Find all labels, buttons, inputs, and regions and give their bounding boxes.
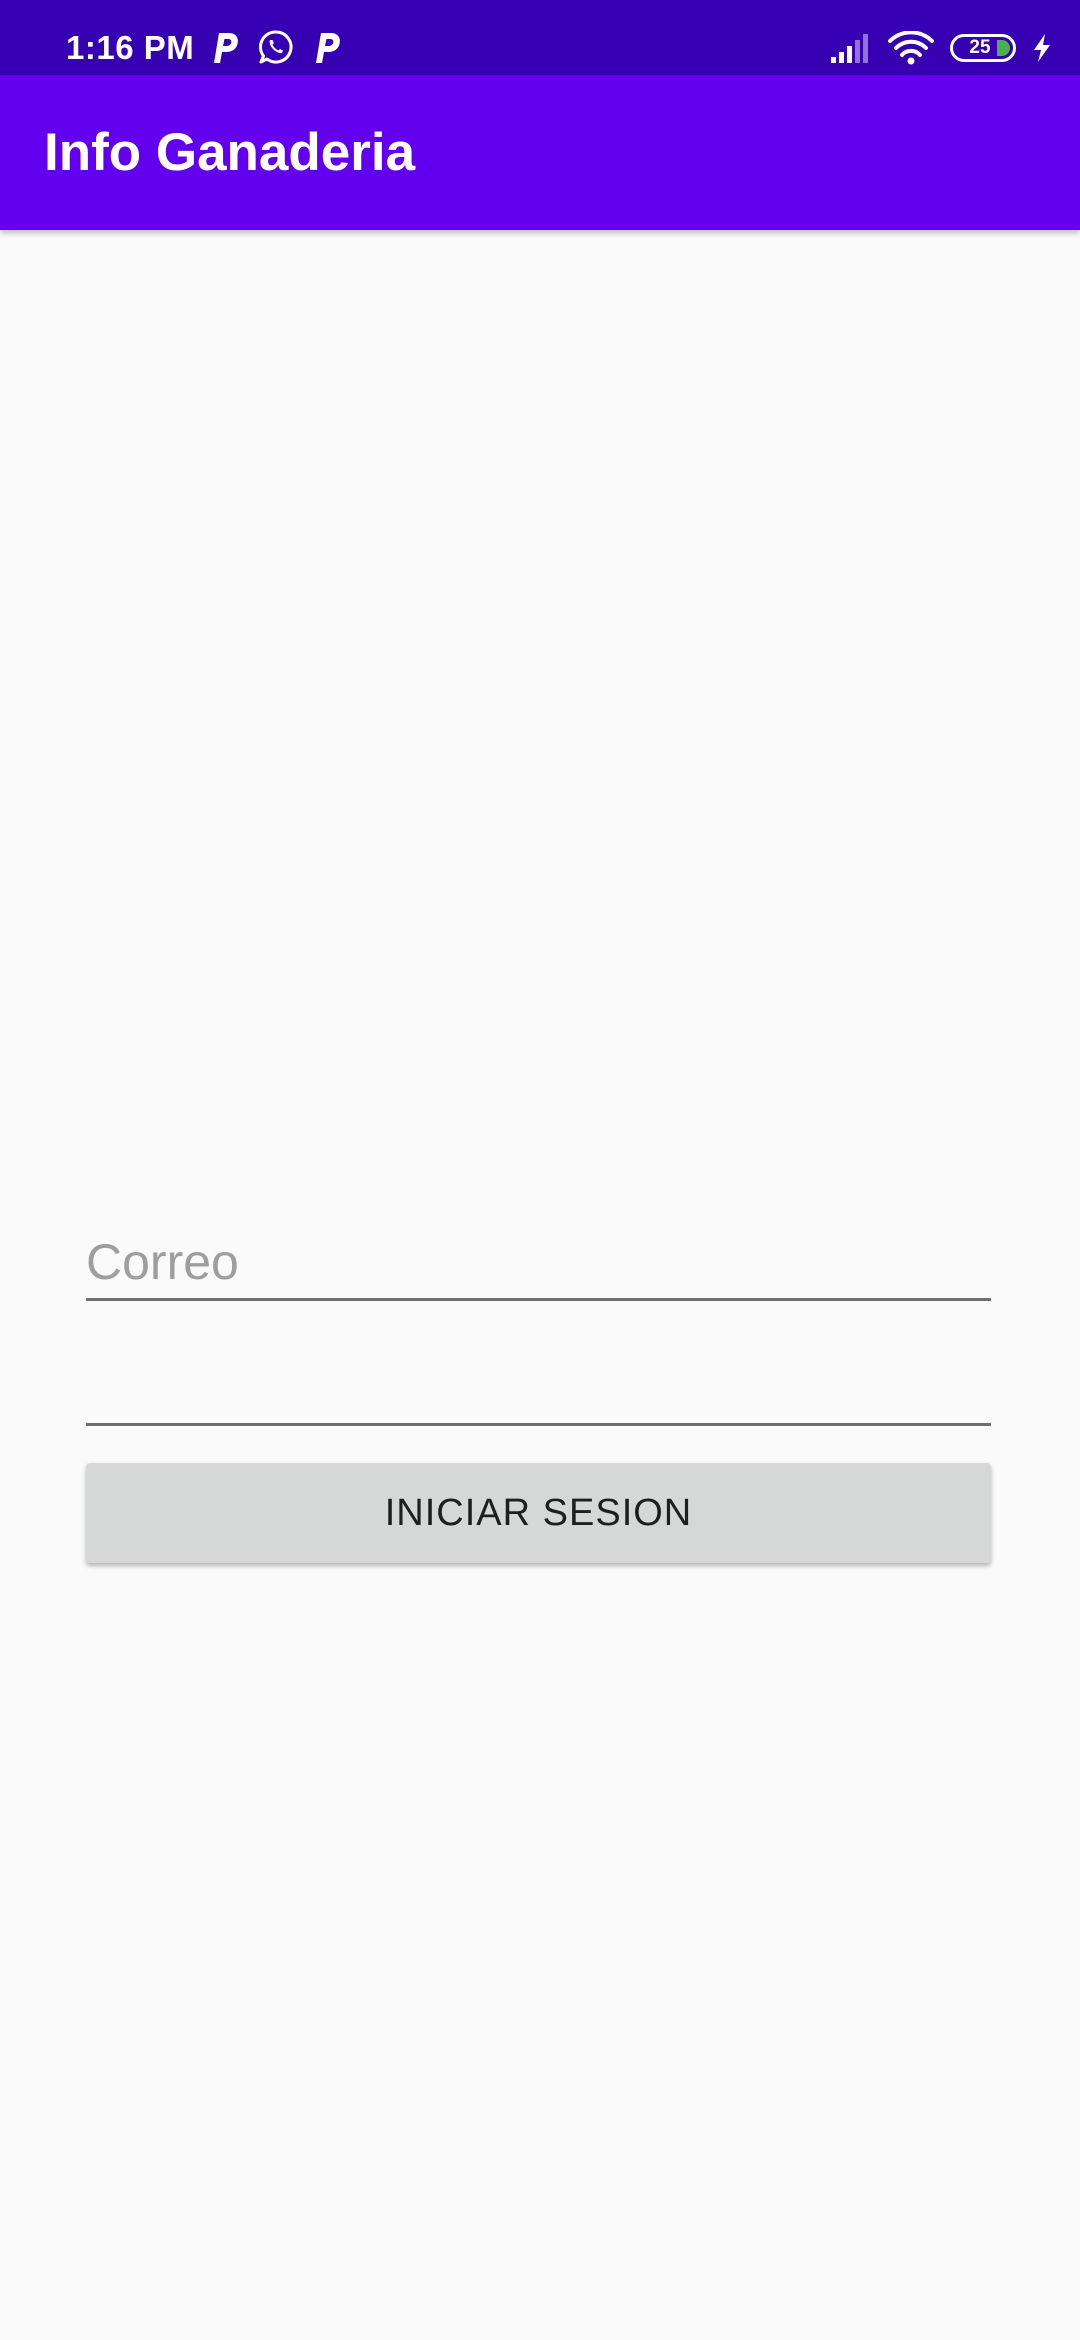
system-icons: 25 (830, 28, 1052, 68)
battery-icon: 25 (950, 34, 1016, 62)
status-bar: 1:16 PM 25 (0, 0, 1080, 75)
password-input[interactable] (86, 1350, 991, 1423)
password-field[interactable] (86, 1350, 991, 1426)
battery-level: 25 (969, 37, 991, 58)
app-bar: Info Ganaderia (0, 75, 1080, 230)
app-title: Info Ganaderia (44, 123, 416, 182)
parking-app-icon (210, 30, 240, 64)
email-input[interactable] (86, 1225, 991, 1298)
status-time: 1:16 PM (66, 29, 195, 66)
charging-icon (1032, 33, 1052, 63)
signal-icon (830, 33, 872, 63)
parking-app-icon (312, 30, 342, 64)
email-field[interactable] (86, 1225, 991, 1301)
whatsapp-icon (258, 29, 294, 65)
login-button[interactable]: INICIAR SESION (86, 1463, 991, 1563)
wifi-icon (888, 31, 934, 65)
battery-fill (997, 40, 1010, 56)
notification-icons (210, 27, 342, 67)
